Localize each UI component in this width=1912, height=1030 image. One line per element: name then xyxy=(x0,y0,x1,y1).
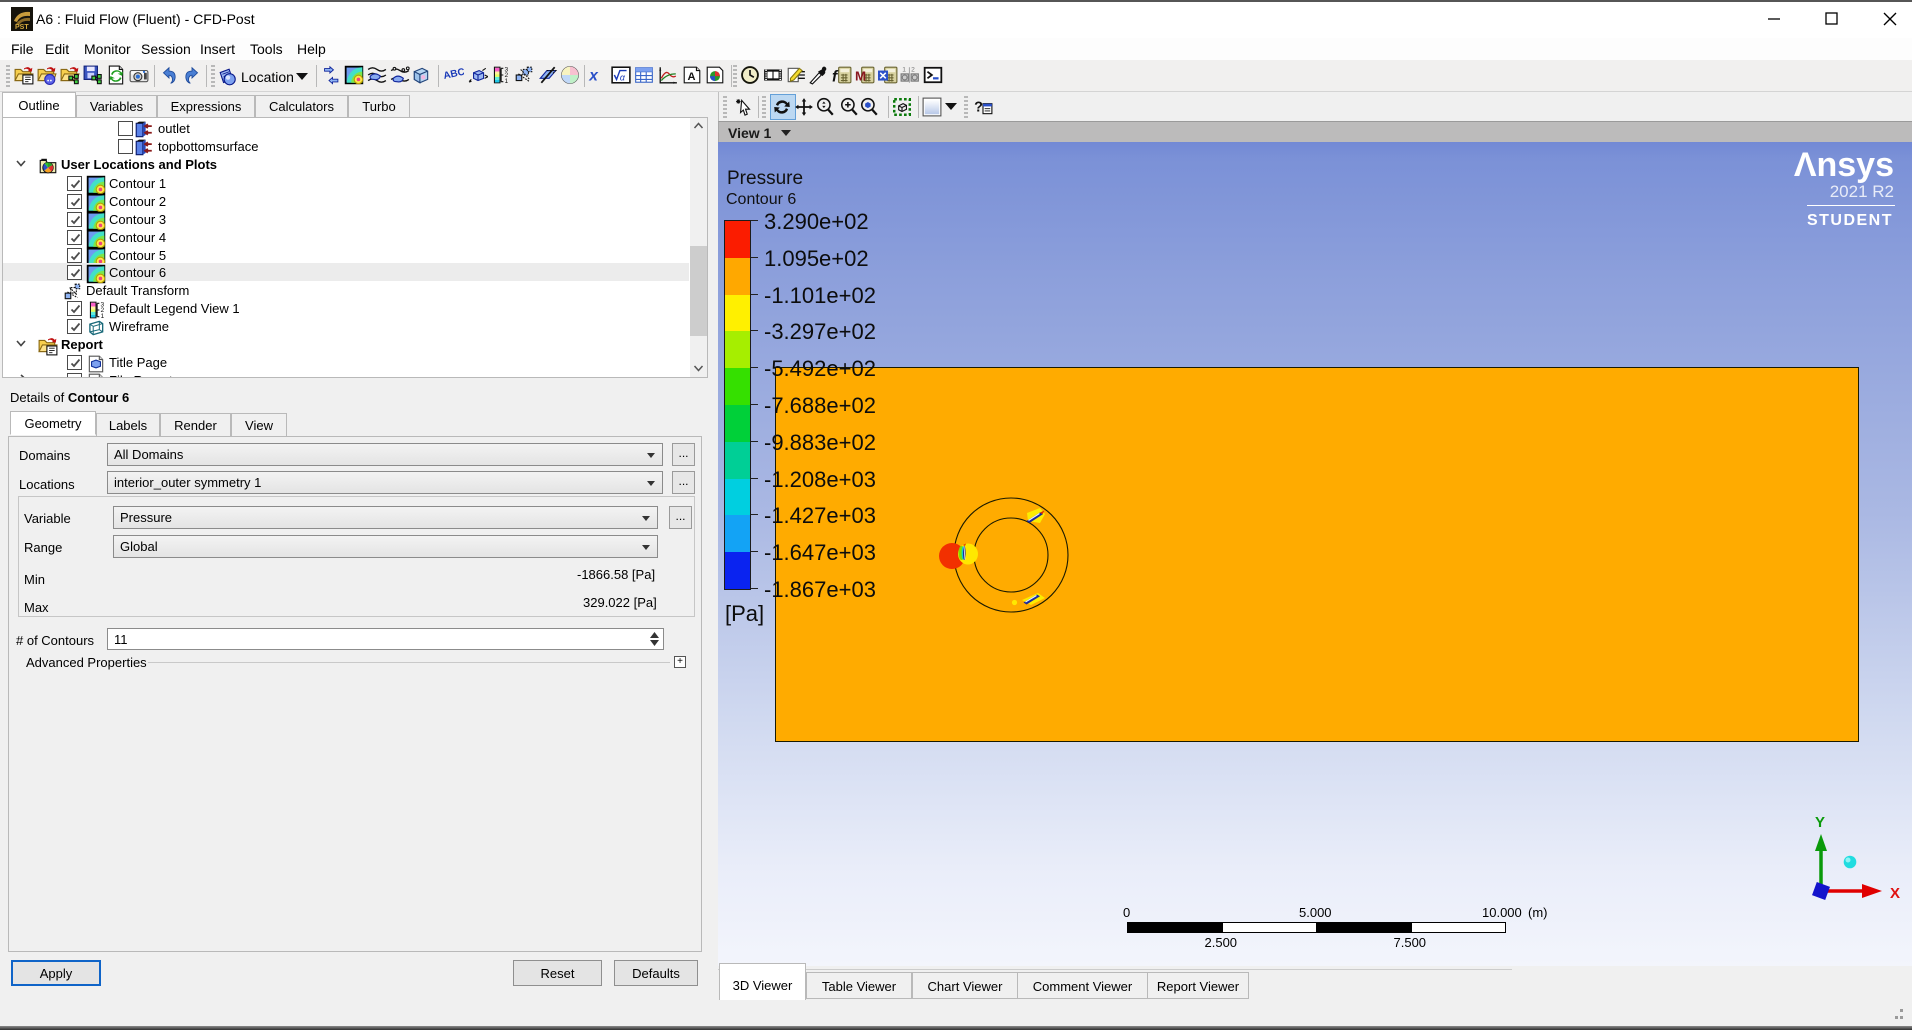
svg-text:X: X xyxy=(1890,885,1900,902)
svg-text:x: x xyxy=(588,68,599,85)
svg-text:?: ? xyxy=(974,99,983,115)
svg-text:PST: PST xyxy=(15,24,29,31)
svg-text:1: 1 xyxy=(902,67,906,74)
svg-text:f: f xyxy=(832,69,839,85)
svg-text:M: M xyxy=(855,69,866,84)
svg-text:Y: Y xyxy=(1815,814,1825,831)
svg-text:1: 1 xyxy=(504,78,508,85)
svg-text:2: 2 xyxy=(911,67,915,74)
svg-text:A: A xyxy=(688,71,696,83)
svg-text:ABC: ABC xyxy=(444,67,464,82)
